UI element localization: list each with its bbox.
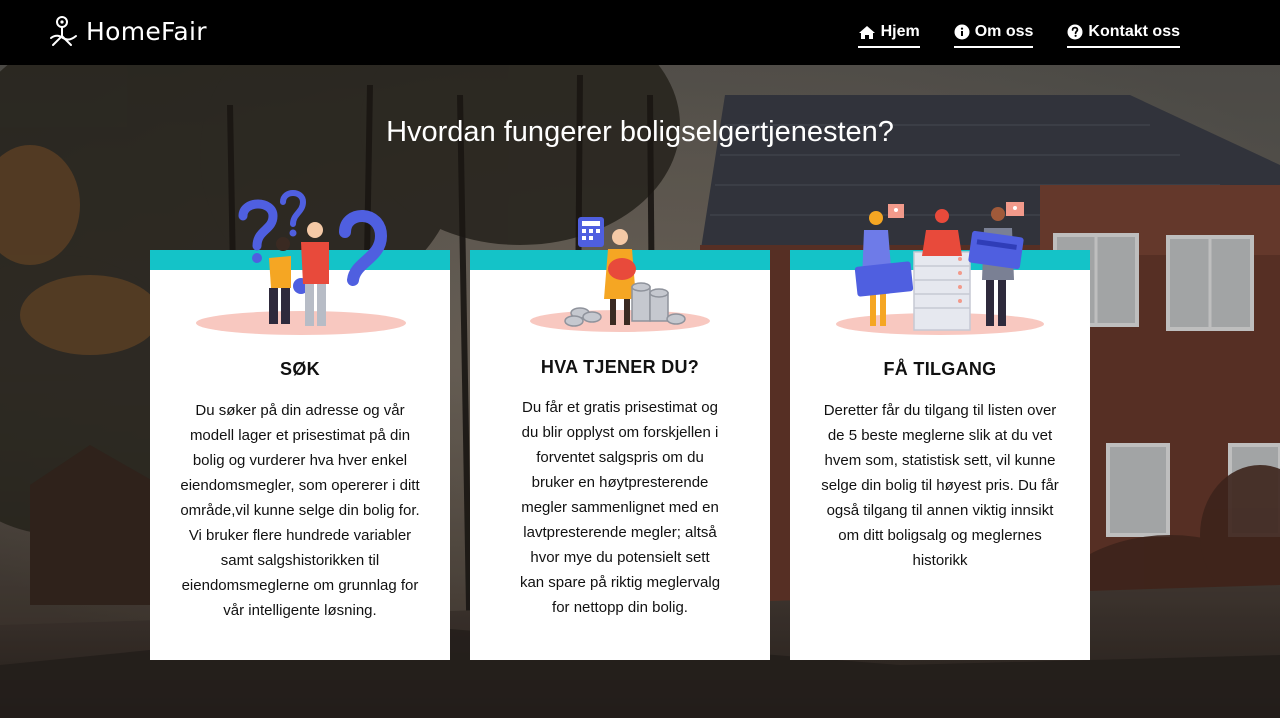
- card-text-line: historikk: [912, 552, 968, 569]
- card-description: Du får et gratis prisestimat og du blir …: [496, 395, 744, 620]
- home-icon: [858, 25, 875, 39]
- nav-item-label: Om oss: [974, 23, 1034, 40]
- page-title: Hvordan fungerer boligselgertjenesten?: [386, 116, 894, 148]
- card-text-line: samt salgshistorikken til: [220, 552, 380, 569]
- card-description: Deretter får du tilgang til listen over …: [816, 398, 1064, 573]
- nav-item-label: Kontakt oss: [1088, 23, 1180, 40]
- info-circle-icon: [954, 24, 970, 40]
- nav-item-hjem[interactable]: Hjem: [857, 23, 920, 48]
- card-title: HVA TJENER DU?: [540, 357, 700, 377]
- card-text-line: kan spare på riktig meglervalg: [519, 574, 721, 591]
- card-text-line: selge din bolig til høyest pris. Du får: [821, 477, 1059, 494]
- card-text-line: lavtpresterende megler; altså: [523, 524, 717, 541]
- woman-piggy-bank-coins-illustration: [530, 213, 710, 335]
- card-description: Du søker på din adresse og vår modell la…: [176, 398, 424, 623]
- question-circle-icon: [1067, 24, 1083, 40]
- brand-name: HomeFair: [86, 16, 207, 46]
- card-text-line: også tilgang til annen viktig innsikt: [826, 502, 1054, 519]
- people-question-marks-illustration: [195, 188, 407, 338]
- card-text-line: eiendomsmegler, som opererer i ditt: [180, 477, 420, 494]
- main-nav: Hjem Om oss Kontakt oss: [857, 23, 1180, 48]
- card-text-line: modell lager et prisestimat på din: [189, 427, 411, 444]
- card-text-line: hvor mye du potensielt sett: [530, 549, 710, 566]
- card-title: SØK: [280, 359, 320, 379]
- nav-item-om-oss[interactable]: Om oss: [953, 23, 1034, 48]
- card-text-line: om ditt boligsalg og meglernes: [838, 527, 1042, 544]
- nav-item-kontakt-oss[interactable]: Kontakt oss: [1067, 23, 1180, 48]
- location-pin-hand-icon: [50, 16, 77, 46]
- card-text-line: eiendomsmeglerne om grunnlag for: [181, 577, 419, 594]
- card-text-line: Du får et gratis prisestimat og: [522, 399, 718, 416]
- card-text-line: forventet salgspris om du: [536, 449, 704, 466]
- people-server-cards-illustration: [836, 200, 1046, 338]
- card-text-line: Du søker på din adresse og vår: [195, 402, 405, 419]
- card-text-line: hvem som, statistisk sett, vil kunne: [824, 452, 1056, 469]
- card-text-line: megler sammenlignet med en: [521, 499, 719, 516]
- card-text-line: område,vil kunne selge din bolig for.: [180, 502, 420, 519]
- card-text-line: bruker en høytpresterende: [531, 474, 709, 491]
- nav-item-label: Hjem: [880, 23, 920, 40]
- top-navbar: HomeFair Hjem Om oss Kontakt oss: [0, 0, 1280, 65]
- card-title: FÅ TILGANG: [883, 359, 997, 379]
- card-text-line: Vi bruker flere hundrede variabler: [188, 527, 412, 544]
- card-text-line: vår intelligente løsning.: [223, 602, 377, 619]
- card-text-line: Deretter får du tilgang til listen over: [823, 402, 1057, 419]
- card-text-line: de 5 beste meglerne slik at du vet: [827, 427, 1053, 444]
- brand-logo[interactable]: HomeFair: [48, 14, 207, 48]
- card-text-line: bolig og vurderer hva hver enkel: [192, 452, 408, 469]
- card-text-line: du blir opplyst om forskjellen i: [521, 424, 719, 441]
- card-text-line: for nettopp din bolig.: [552, 599, 688, 616]
